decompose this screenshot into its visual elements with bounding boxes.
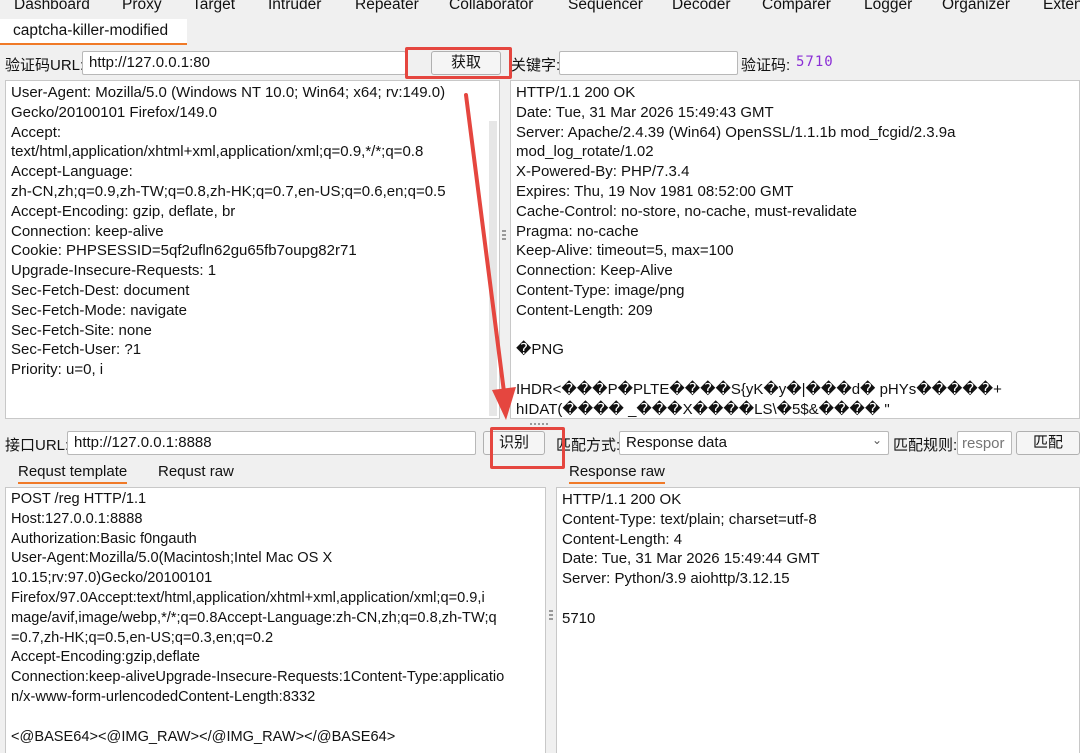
menu-repeater[interactable]: Repeater	[355, 0, 419, 14]
captcha-image-value: 5710	[796, 54, 834, 70]
menu-dashboard[interactable]: Dashboard	[14, 0, 90, 14]
response-raw-text: HTTP/1.1 200 OK Content-Type: text/plain…	[562, 491, 820, 627]
match-mode-label: 匹配方式:	[556, 437, 621, 454]
match-rule-input[interactable]	[957, 431, 1012, 455]
request-template-text: POST /reg HTTP/1.1 Host:127.0.0.1:8888 A…	[11, 491, 505, 745]
captcha-url-input[interactable]: http://127.0.0.1:80	[82, 51, 406, 75]
tab-response-raw[interactable]: Response raw	[569, 463, 665, 484]
match-mode-value: Response data	[626, 434, 727, 451]
split-handle-bottom[interactable]	[549, 610, 553, 622]
captcha-request-text: User-Agent: Mozilla/5.0 (Windows NT 10.0…	[11, 84, 446, 379]
menu-collaborator[interactable]: Collaborator	[449, 0, 533, 14]
menu-sequencer[interactable]: Sequencer	[568, 0, 643, 14]
captcha-response-text: HTTP/1.1 200 OK Date: Tue, 31 Mar 2026 1…	[516, 84, 1002, 418]
tab-request-raw[interactable]: Requst raw	[158, 463, 234, 480]
chevron-down-icon: ⌄	[871, 433, 882, 447]
menu-bar: Dashboard Proxy Target Intruder Repeater…	[0, 0, 1080, 18]
api-url-input[interactable]: http://127.0.0.1:8888	[67, 431, 476, 455]
menu-target[interactable]: Target	[192, 0, 235, 14]
match-button[interactable]: 匹配	[1016, 431, 1080, 455]
captcha-value-label: 验证码:	[741, 57, 791, 74]
match-mode-select[interactable]: Response data ⌄	[619, 431, 889, 455]
menu-intruder[interactable]: Intruder	[268, 0, 321, 14]
api-url-label: 接口URL:	[5, 437, 70, 454]
tab-captcha-killer[interactable]: captcha-killer-modified	[0, 19, 187, 45]
captcha-url-label: 验证码URL:	[5, 57, 85, 74]
menu-proxy[interactable]: Proxy	[122, 0, 162, 14]
split-handle-top[interactable]	[502, 230, 506, 242]
captcha-response-panel[interactable]: HTTP/1.1 200 OK Date: Tue, 31 Mar 2026 1…	[510, 80, 1080, 419]
tab-request-template[interactable]: Requst template	[18, 463, 128, 484]
menu-decoder[interactable]: Decoder	[672, 0, 731, 14]
split-handle-middle[interactable]	[530, 423, 550, 425]
recognize-button[interactable]: 识别	[483, 431, 545, 455]
menu-logger[interactable]: Logger	[864, 0, 912, 14]
tab-captcha-killer-label: captcha-killer-modified	[13, 22, 169, 39]
menu-comparer[interactable]: Comparer	[762, 0, 831, 14]
keyword-input[interactable]	[559, 51, 738, 75]
captcha-request-panel[interactable]: User-Agent: Mozilla/5.0 (Windows NT 10.0…	[5, 80, 500, 419]
response-raw-panel[interactable]: HTTP/1.1 200 OK Content-Type: text/plain…	[556, 487, 1080, 753]
keyword-label: 关键字:	[511, 57, 561, 74]
menu-organizer[interactable]: Organizer	[942, 0, 1010, 14]
match-rule-label: 匹配规则:	[893, 437, 958, 454]
fetch-button[interactable]: 获取	[431, 51, 501, 75]
menu-extensions[interactable]: Exten	[1043, 0, 1080, 14]
request-template-panel[interactable]: POST /reg HTTP/1.1 Host:127.0.0.1:8888 A…	[5, 487, 546, 753]
captcha-request-scrollbar[interactable]	[489, 121, 497, 416]
